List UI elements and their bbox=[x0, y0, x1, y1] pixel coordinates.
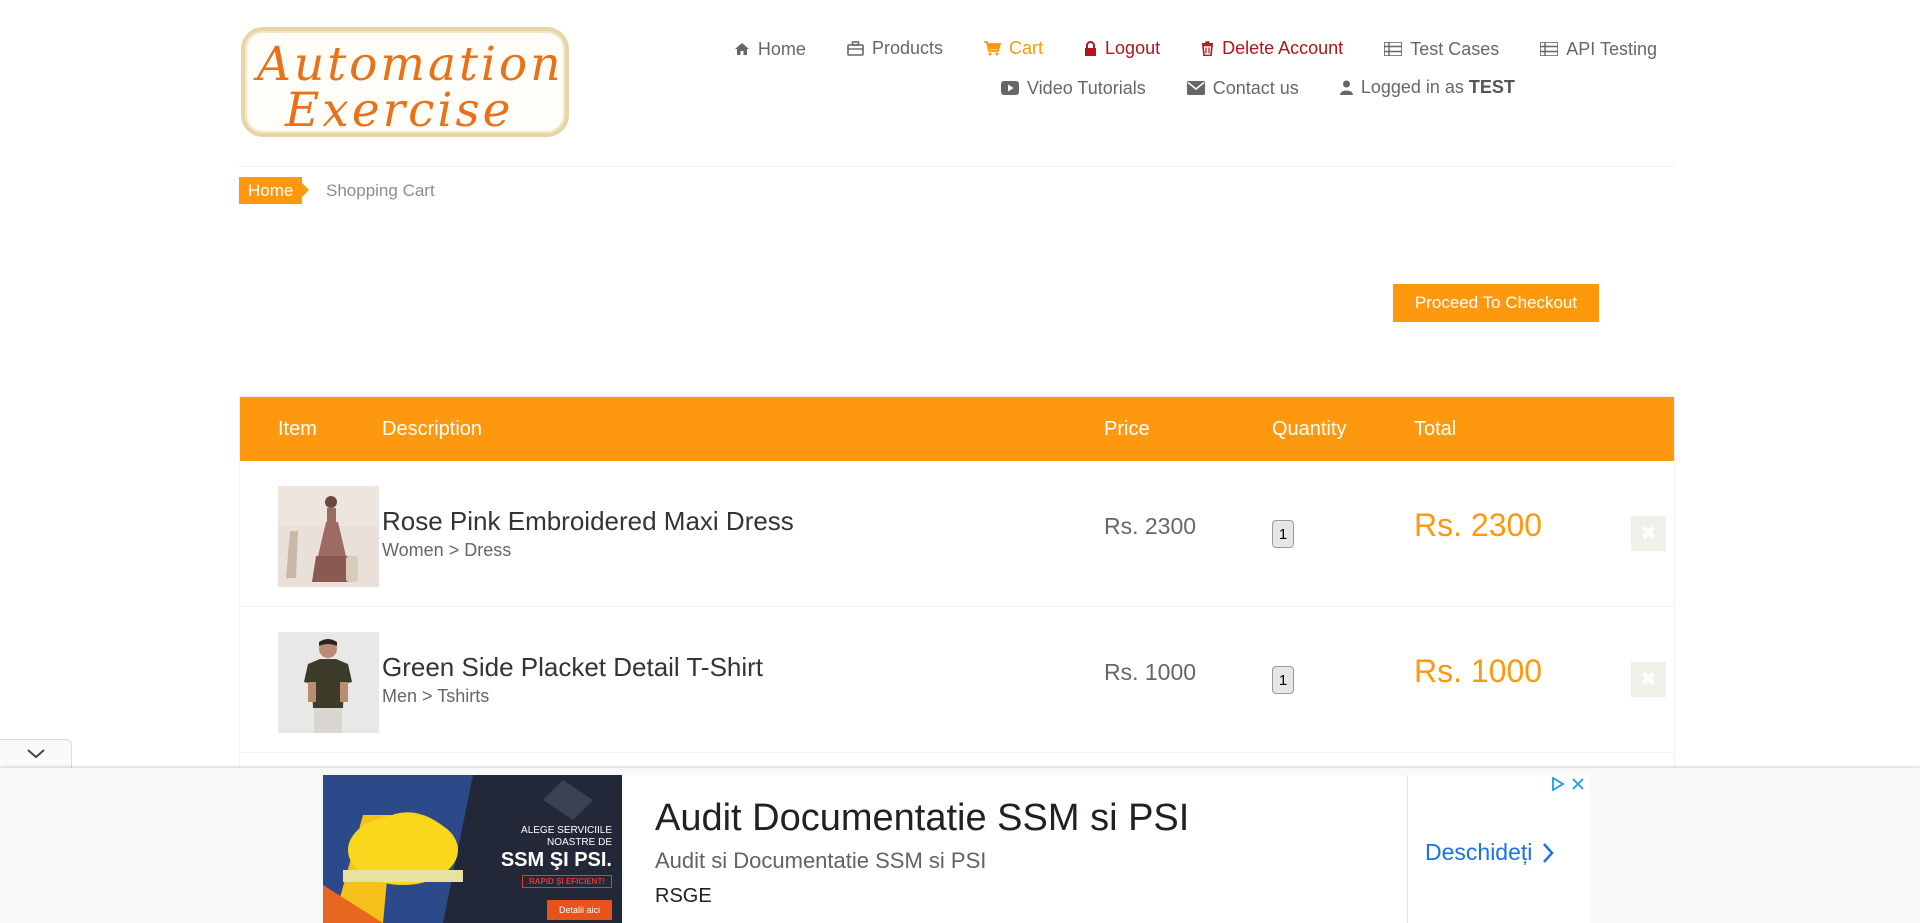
briefcase-icon bbox=[847, 41, 864, 56]
header-divider bbox=[239, 166, 1675, 167]
product-price: Rs. 1000 bbox=[1104, 659, 1197, 685]
header-description: Description bbox=[382, 418, 483, 440]
product-total: Rs. 2300 bbox=[1414, 507, 1543, 543]
quantity-button[interactable]: 1 bbox=[1272, 520, 1294, 548]
nav-api-testing-label: API Testing bbox=[1566, 38, 1657, 59]
ad-banner-bar: ALEGE SERVICIILE NOASTRE DE SSM ŞI PSI. … bbox=[0, 768, 1920, 923]
ad-image[interactable]: ALEGE SERVICIILE NOASTRE DE SSM ŞI PSI. … bbox=[323, 775, 622, 923]
cart-table: Item Description Price Quantity Total Ro… bbox=[239, 396, 1675, 770]
product-price: Rs. 2300 bbox=[1104, 513, 1197, 539]
product-name[interactable]: Green Side Placket Detail T-Shirt bbox=[382, 652, 763, 683]
ad-open-button[interactable]: Deschideți bbox=[1425, 839, 1555, 866]
envelope-icon bbox=[1186, 81, 1205, 95]
ad-open-label: Deschideți bbox=[1425, 839, 1533, 865]
ad-brand: RSGE bbox=[655, 885, 712, 907]
ad-image-button[interactable]: Detalii aici bbox=[546, 900, 612, 920]
nav-logged-in[interactable]: Logged in as TEST bbox=[1339, 77, 1515, 98]
x-icon: ✖ bbox=[1640, 523, 1657, 543]
secondary-nav: Video Tutorials Contact us Logged in as T… bbox=[1001, 77, 1551, 100]
nav-home-label: Home bbox=[757, 38, 806, 59]
nav-logout-label: Logout bbox=[1105, 38, 1161, 58]
lock-icon bbox=[1084, 41, 1097, 56]
list-icon bbox=[1384, 42, 1403, 56]
nav-delete-account[interactable]: Delete Account bbox=[1201, 38, 1343, 59]
chevron-right-icon bbox=[1543, 842, 1555, 863]
ad-image-headline: SSM ŞI PSI. bbox=[500, 849, 612, 871]
x-icon: ✖ bbox=[1640, 669, 1657, 689]
nav-products[interactable]: Products bbox=[847, 38, 943, 59]
ad-image-text: ALEGE SERVICIILE NOASTRE DE bbox=[521, 825, 612, 848]
ad-collapse-toggle[interactable] bbox=[0, 739, 72, 769]
list-icon bbox=[1540, 42, 1559, 56]
nav-cart-label: Cart bbox=[1009, 38, 1044, 58]
product-name[interactable]: Rose Pink Embroidered Maxi Dress bbox=[382, 506, 794, 537]
cart-table-header: Item Description Price Quantity Total bbox=[240, 397, 1674, 461]
user-icon bbox=[1339, 80, 1353, 95]
ad-image-tag: RAPID ŞI EFICIENT! bbox=[521, 875, 612, 888]
nav-contact-us-label: Contact us bbox=[1212, 77, 1299, 98]
nav-logout[interactable]: Logout bbox=[1084, 38, 1160, 59]
nav-cart[interactable]: Cart bbox=[984, 38, 1043, 59]
ad-choices[interactable] bbox=[1551, 777, 1585, 791]
nav-products-label: Products bbox=[871, 38, 943, 58]
nav-contact-us[interactable]: Contact us bbox=[1186, 77, 1299, 99]
chevron-down-icon bbox=[26, 746, 45, 764]
home-icon bbox=[734, 42, 750, 56]
breadcrumb-current: Shopping Cart bbox=[326, 181, 435, 200]
header-total: Total bbox=[1414, 418, 1457, 440]
product-total: Rs. 1000 bbox=[1414, 653, 1543, 689]
cart-row: Green Side Placket Detail T-Shirt Men > … bbox=[240, 607, 1674, 753]
ad-banner[interactable]: ALEGE SERVICIILE NOASTRE DE SSM ŞI PSI. … bbox=[323, 775, 1590, 923]
product-image-tshirt[interactable] bbox=[278, 632, 379, 733]
logged-in-prefix: Logged in as bbox=[1360, 77, 1464, 97]
delete-item-button[interactable]: ✖ bbox=[1631, 662, 1666, 697]
nav-video-tutorials[interactable]: Video Tutorials bbox=[1001, 78, 1146, 99]
youtube-icon bbox=[1001, 81, 1019, 95]
username: TEST bbox=[1468, 77, 1515, 97]
main-nav: Home Products Cart Logout Delete Account… bbox=[698, 38, 1657, 61]
breadcrumb-home[interactable]: Home bbox=[239, 177, 310, 204]
nav-home[interactable]: Home bbox=[734, 39, 806, 60]
product-category: Women > Dress bbox=[382, 540, 512, 560]
header-quantity: Quantity bbox=[1272, 418, 1347, 440]
product-image-dress[interactable] bbox=[278, 486, 379, 587]
site-logo[interactable]: Automation Exercise bbox=[241, 27, 569, 138]
close-icon[interactable] bbox=[1571, 777, 1585, 791]
nav-video-tutorials-label: Video Tutorials bbox=[1027, 77, 1146, 98]
header-item: Item bbox=[278, 418, 317, 440]
ad-cta-panel[interactable]: Deschideți bbox=[1407, 775, 1591, 923]
quantity-button[interactable]: 1 bbox=[1272, 666, 1294, 694]
delete-item-button[interactable]: ✖ bbox=[1631, 516, 1666, 551]
proceed-to-checkout-button[interactable]: Proceed To Checkout bbox=[1393, 284, 1599, 322]
ad-title[interactable]: Audit Documentatie SSM si PSI bbox=[655, 797, 1189, 840]
nav-test-cases-label: Test Cases bbox=[1410, 38, 1500, 59]
logo-line-2: Exercise bbox=[285, 83, 514, 138]
cart-row: Rose Pink Embroidered Maxi Dress Women >… bbox=[240, 461, 1674, 607]
cart-icon bbox=[984, 41, 1001, 56]
ad-subtitle: Audit si Documentatie SSM si PSI bbox=[655, 848, 987, 873]
adchoices-icon bbox=[1552, 777, 1565, 791]
trash-icon bbox=[1201, 41, 1214, 56]
nav-api-testing[interactable]: API Testing bbox=[1540, 39, 1657, 60]
product-category: Men > Tshirts bbox=[382, 686, 490, 706]
header-price: Price bbox=[1104, 418, 1150, 440]
nav-test-cases[interactable]: Test Cases bbox=[1384, 39, 1499, 60]
nav-delete-account-label: Delete Account bbox=[1222, 38, 1344, 58]
